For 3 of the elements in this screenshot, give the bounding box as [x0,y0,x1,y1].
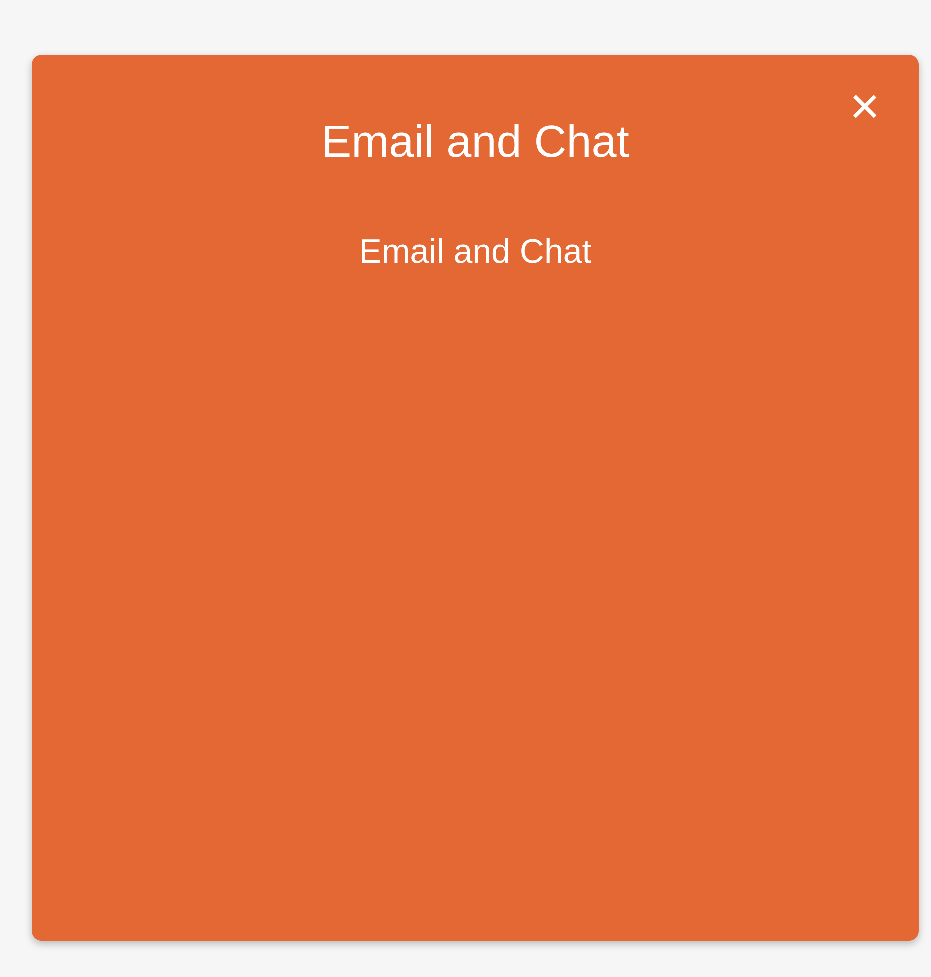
card-subtitle: Email and Chat [359,234,592,271]
close-button[interactable]: × [843,85,887,129]
card-title: Email and Chat [322,117,630,166]
